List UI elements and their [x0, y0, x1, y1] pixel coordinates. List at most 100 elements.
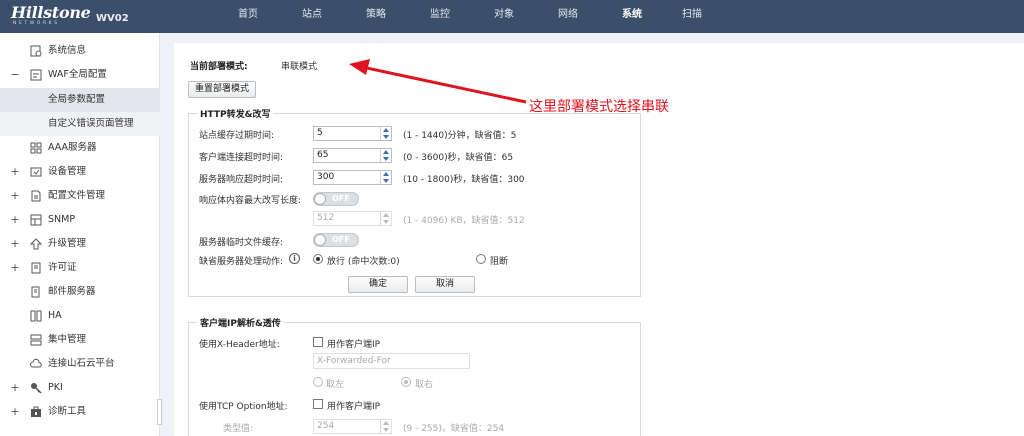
- tcp-option-checkbox[interactable]: [313, 399, 323, 409]
- toggle-knob: [314, 234, 326, 246]
- site-cache-input[interactable]: 5: [313, 126, 392, 141]
- sidebar-item-custom-error-page[interactable]: 自定义错误页面管理: [0, 112, 160, 136]
- spinner-arrows-icon: [380, 212, 391, 225]
- annotation-text: 这里部署模式选择串联: [529, 99, 669, 115]
- toggle-knob: [314, 193, 326, 205]
- sidebar-item-label: 连接山石云平台: [48, 358, 115, 369]
- device-model: WV02: [96, 13, 129, 24]
- sidebar-collapse-handle[interactable]: [157, 399, 162, 425]
- rewrite-length-input: 512: [313, 211, 392, 226]
- brand-tagline: NETWORKS: [13, 21, 60, 26]
- expand-icon[interactable]: +: [10, 208, 20, 232]
- nav-sites[interactable]: 站点: [282, 0, 342, 33]
- expand-icon[interactable]: +: [10, 256, 20, 280]
- sidebar-item-label: 系统信息: [48, 45, 87, 56]
- sidebar-item-label: WAF全局配置: [48, 69, 107, 80]
- client-timeout-input[interactable]: 65: [313, 148, 392, 163]
- expand-icon[interactable]: +: [10, 400, 20, 424]
- sidebar-item-label: PKI: [48, 382, 63, 393]
- sidebar-item-label: SNMP: [48, 214, 76, 225]
- xheader-checkbox[interactable]: [313, 337, 323, 347]
- temp-cache-label: 服务器临时文件缓存:: [199, 238, 284, 248]
- sidebar-item-snmp[interactable]: + SNMP: [0, 208, 160, 232]
- sidebar-item-central-mgmt[interactable]: 集中管理: [0, 328, 160, 352]
- deploy-mode-value: 串联模式: [281, 62, 318, 72]
- rewrite-length-label: 响应体内容最大改写长度:: [199, 196, 302, 206]
- nav-network[interactable]: 网络: [538, 0, 598, 33]
- nav-policy[interactable]: 策略: [346, 0, 406, 33]
- tcp-option-label: 使用TCP Option地址:: [199, 402, 288, 412]
- expand-icon[interactable]: +: [10, 376, 20, 400]
- sidebar-item-mail-server[interactable]: 邮件服务器: [0, 280, 160, 304]
- site-cache-label: 站点缓存过期时间:: [199, 131, 275, 141]
- info-icon[interactable]: i: [289, 253, 300, 264]
- sidebar-item-diagnose[interactable]: + 诊断工具: [0, 400, 160, 424]
- central-mgmt-icon: [30, 334, 42, 346]
- type-value: 254: [317, 421, 335, 431]
- sidebar-item-device-mgmt[interactable]: + 设备管理: [0, 160, 160, 184]
- sidebar-item-label: 全局参数配置: [48, 94, 106, 105]
- nav-home[interactable]: 首页: [218, 0, 278, 33]
- toggle-state: OFF: [332, 194, 350, 203]
- tcp-option-check-label: 用作客户端IP: [327, 402, 381, 412]
- sidebar-item-license[interactable]: + 许可证: [0, 256, 160, 280]
- upgrade-icon: [30, 238, 42, 250]
- pki-icon: [31, 383, 42, 394]
- sidebar-item-global-params[interactable]: 全局参数配置: [0, 88, 160, 112]
- sidebar-item-label: 自定义错误页面管理: [48, 118, 134, 129]
- ha-icon: [30, 310, 42, 322]
- sidebar-item-upgrade[interactable]: + 升级管理: [0, 232, 160, 256]
- site-cache-value: 5: [317, 128, 323, 138]
- action-block-radio[interactable]: [476, 254, 486, 264]
- sidebar-item-label: 配置文件管理: [48, 190, 106, 201]
- diagnose-icon: [31, 406, 41, 417]
- spinner-arrows-icon[interactable]: [380, 149, 391, 162]
- sidebar-item-label: AAA服务器: [48, 142, 97, 153]
- reset-deploy-mode-button[interactable]: 重置部署模式: [188, 81, 256, 98]
- sidebar-item-config-file[interactable]: + 配置文件管理: [0, 184, 160, 208]
- rewrite-length-hint: (1 - 4096) KB，缺省值：512: [403, 216, 525, 226]
- nav-system[interactable]: 系统: [602, 0, 662, 33]
- sidebar-item-aaa-server[interactable]: AAA服务器: [0, 136, 160, 160]
- server-timeout-value: 300: [317, 172, 335, 182]
- ok-button[interactable]: 确定: [348, 276, 408, 293]
- mail-server-icon: [31, 286, 40, 298]
- server-timeout-hint: (10 - 1800)秒，缺省值：300: [403, 175, 525, 185]
- type-value-input: 254: [313, 419, 392, 434]
- collapse-icon[interactable]: −: [10, 63, 20, 87]
- aaa-server-icon: [30, 142, 42, 154]
- spinner-arrows-icon[interactable]: [380, 171, 391, 184]
- server-timeout-label: 服务器响应超时时间:: [199, 175, 284, 185]
- section-legend: HTTP转发&改写: [197, 107, 274, 120]
- nav-objects[interactable]: 对象: [474, 0, 534, 33]
- take-left-radio: [313, 377, 323, 387]
- device-icon: [30, 167, 42, 177]
- expand-icon[interactable]: +: [10, 160, 20, 184]
- cancel-button[interactable]: 取消: [415, 276, 475, 293]
- xheader-check-label: 用作客户端IP: [327, 340, 381, 350]
- temp-cache-toggle[interactable]: OFF: [313, 233, 359, 247]
- nav-monitor[interactable]: 监控: [410, 0, 470, 33]
- sidebar-item-label: 诊断工具: [48, 406, 87, 417]
- annotation-arrow: [349, 59, 527, 104]
- client-timeout-hint: (0 - 3600)秒，缺省值：65: [403, 153, 514, 163]
- hillstone-logo: Hillstone NETWORKS: [11, 3, 93, 29]
- site-cache-hint: (1 - 1440)分钟，缺省值：5: [403, 131, 517, 141]
- nav-scan[interactable]: 扫描: [662, 0, 722, 33]
- action-pass-radio[interactable]: [313, 254, 323, 264]
- spinner-arrows-icon[interactable]: [380, 127, 391, 140]
- rewrite-length-toggle[interactable]: OFF: [313, 192, 359, 206]
- expand-icon[interactable]: +: [10, 232, 20, 256]
- deploy-mode-label: 当前部署模式:: [190, 62, 248, 72]
- spinner-arrows-icon: [380, 420, 391, 433]
- sidebar-item-pki[interactable]: + PKI: [0, 376, 160, 400]
- sidebar-item-system-info[interactable]: 系统信息: [0, 39, 160, 63]
- client-timeout-value: 65: [317, 150, 329, 160]
- sidebar-item-ha[interactable]: HA: [0, 304, 160, 328]
- sidebar-item-waf-config[interactable]: − WAF全局配置: [0, 63, 160, 87]
- server-timeout-input[interactable]: 300: [313, 170, 392, 185]
- sidebar: 系统信息 − WAF全局配置 全局参数配置 自定义错误页面管理 AAA服务器 +…: [0, 33, 162, 436]
- sidebar-item-cloud-platform[interactable]: 连接山石云平台: [0, 352, 160, 376]
- waf-config-icon: [30, 69, 42, 81]
- expand-icon[interactable]: +: [10, 184, 20, 208]
